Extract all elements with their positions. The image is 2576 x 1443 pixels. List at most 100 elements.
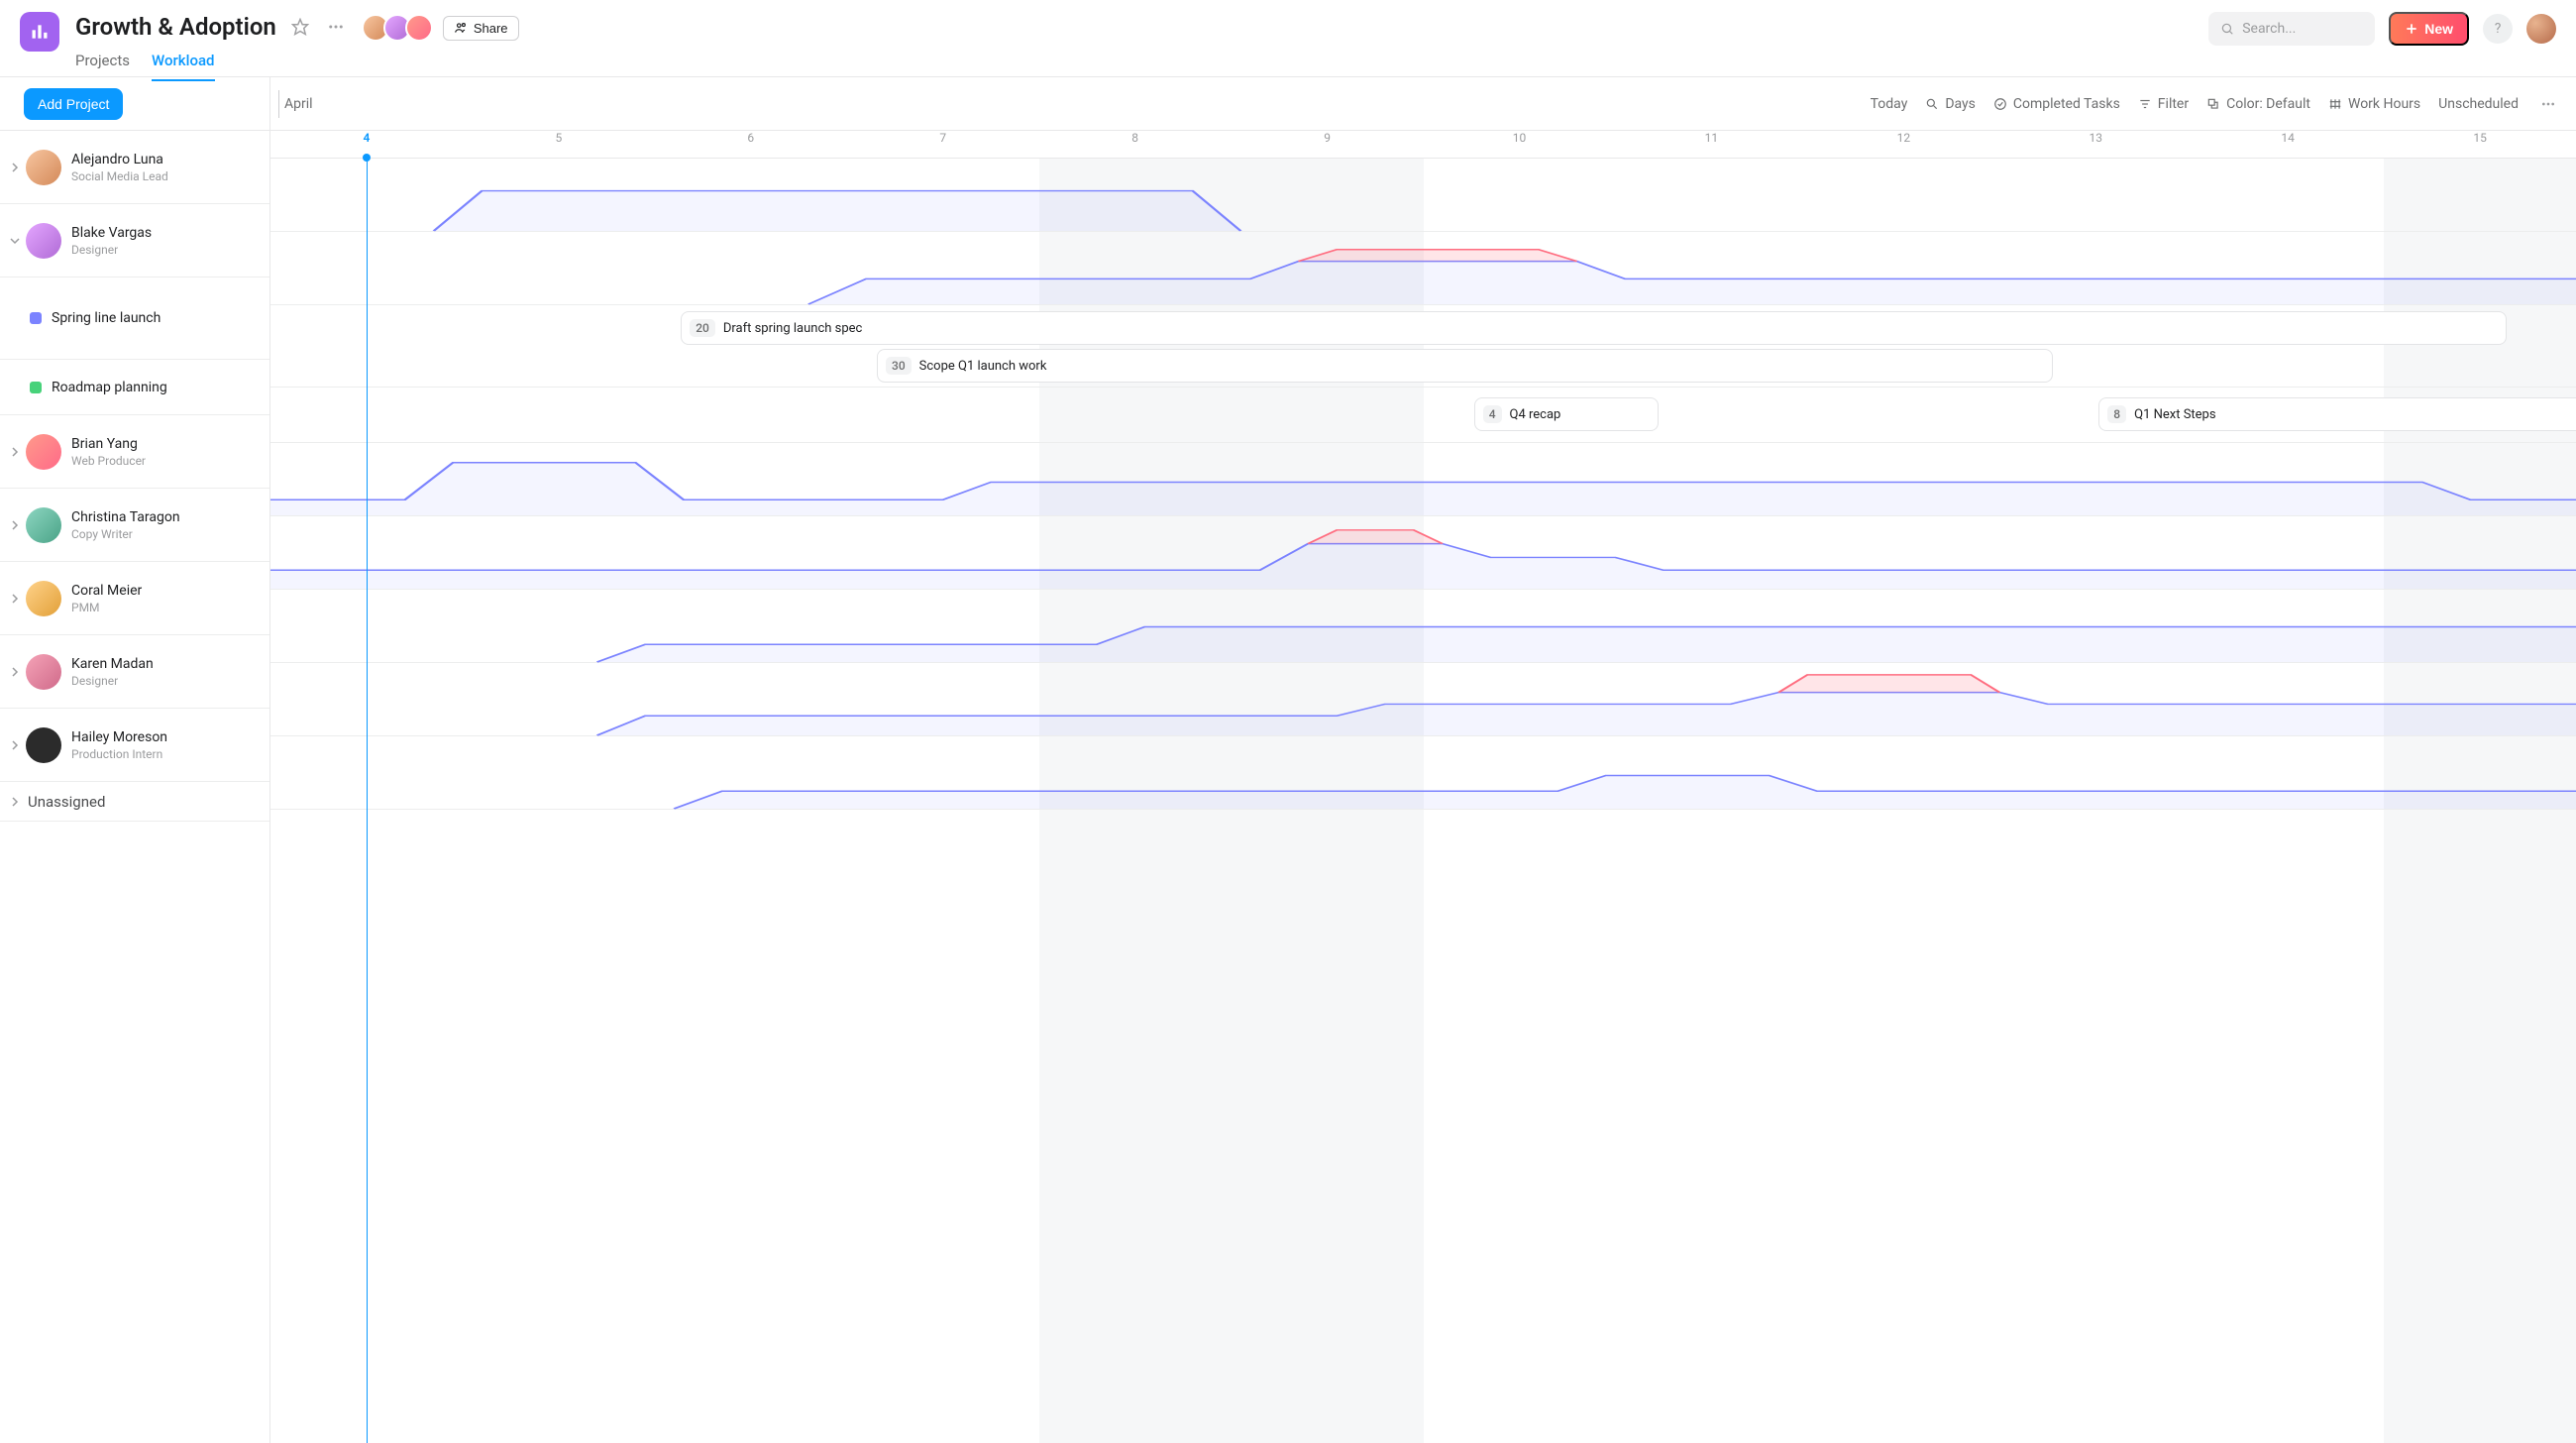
chevron-right-icon[interactable] — [8, 740, 22, 750]
current-user-avatar[interactable] — [2526, 14, 2556, 44]
tabs: Projects Workload — [75, 48, 519, 81]
task-card[interactable]: 30 Scope Q1 launch work — [877, 349, 2053, 383]
app-header: Growth & Adoption Share Projects — [0, 0, 2576, 77]
new-button[interactable]: New — [2389, 12, 2469, 46]
toolbar-more-icon[interactable] — [2536, 96, 2560, 112]
unscheduled-button[interactable]: Unscheduled — [2438, 96, 2519, 112]
person-row[interactable]: Alejandro Luna Social Media Lead — [0, 131, 269, 204]
date-cell[interactable]: 5 — [463, 131, 655, 158]
person-row[interactable]: Christina Taragon Copy Writer — [0, 489, 269, 562]
project-task-row: 4 Q4 recap 8 Q1 Next Steps — [270, 388, 2576, 443]
avatar — [26, 150, 61, 185]
person-name: Blake Vargas — [71, 225, 152, 241]
add-project-button[interactable]: Add Project — [24, 88, 123, 120]
date-cell[interactable]: 8 — [1039, 131, 1232, 158]
date-cell[interactable]: 11 — [1615, 131, 1807, 158]
task-card[interactable]: 8 Q1 Next Steps — [2098, 397, 2576, 431]
task-card[interactable]: 20 Draft spring launch spec — [681, 311, 2507, 345]
date-cell[interactable]: 13 — [1999, 131, 2192, 158]
date-cell[interactable]: 15 — [2384, 131, 2576, 158]
collaborator-avatars[interactable] — [368, 14, 433, 42]
tab-workload[interactable]: Workload — [152, 48, 215, 81]
workload-chart — [270, 516, 2576, 589]
person-row[interactable]: Hailey Moreson Production Intern — [0, 709, 269, 782]
project-name: Roadmap planning — [52, 380, 167, 395]
date-cell[interactable]: 4 — [270, 131, 463, 158]
more-icon[interactable] — [324, 15, 348, 39]
share-button[interactable]: Share — [443, 16, 519, 41]
workload-row — [270, 443, 2576, 516]
workload-row — [270, 663, 2576, 736]
magnify-icon — [1925, 97, 1939, 111]
grid-icon — [2328, 97, 2342, 111]
project-chip — [30, 382, 42, 393]
project-subrow[interactable]: Roadmap planning — [0, 360, 269, 415]
page-title: Growth & Adoption — [75, 13, 276, 41]
project-chip — [30, 312, 42, 324]
person-name: Christina Taragon — [71, 509, 180, 525]
workload-chart — [270, 159, 2576, 231]
avatar — [26, 434, 61, 470]
person-role: Designer — [71, 243, 152, 257]
workload-chart — [270, 232, 2576, 304]
date-cell[interactable]: 14 — [2192, 131, 2384, 158]
filter-button[interactable]: Filter — [2138, 96, 2189, 112]
chevron-right-icon[interactable] — [8, 163, 22, 172]
star-icon[interactable] — [288, 15, 312, 39]
person-name: Hailey Moreson — [71, 729, 167, 745]
person-name: Brian Yang — [71, 436, 146, 452]
project-name: Spring line launch — [52, 310, 161, 326]
chevron-down-icon[interactable] — [8, 236, 22, 246]
person-row[interactable]: Karen Madan Designer — [0, 635, 269, 709]
workload-chart — [270, 663, 2576, 735]
task-badge: 30 — [886, 357, 912, 375]
date-cell[interactable]: 9 — [1232, 131, 1424, 158]
project-task-row: 20 Draft spring launch spec 30 Scope Q1 … — [270, 305, 2576, 388]
task-label: Draft spring launch spec — [723, 321, 863, 336]
completed-tasks-toggle[interactable]: Completed Tasks — [1993, 96, 2120, 112]
search-icon — [2220, 22, 2234, 36]
task-card[interactable]: 4 Q4 recap — [1474, 397, 1659, 431]
chart-icon — [30, 22, 50, 42]
tab-projects[interactable]: Projects — [75, 48, 130, 81]
date-cell[interactable]: 10 — [1424, 131, 1616, 158]
chevron-right-icon[interactable] — [8, 520, 22, 530]
person-row[interactable]: Brian Yang Web Producer — [0, 415, 269, 489]
person-row[interactable]: Coral Meier PMM — [0, 562, 269, 635]
person-row[interactable]: Blake Vargas Designer — [0, 204, 269, 278]
task-badge: 4 — [1483, 405, 1502, 423]
plus-icon — [2405, 22, 2418, 36]
date-header: 456789101112131415 — [270, 131, 2576, 159]
avatar[interactable] — [405, 14, 433, 42]
chevron-right-icon[interactable] — [8, 594, 22, 604]
today-button[interactable]: Today — [1871, 96, 1908, 112]
workload-row — [270, 736, 2576, 810]
check-circle-icon — [1993, 97, 2007, 111]
unassigned-row[interactable]: Unassigned — [0, 782, 269, 822]
project-subrow[interactable]: Spring line launch — [0, 278, 269, 360]
zoom-days-button[interactable]: Days — [1925, 96, 1976, 112]
date-cell[interactable]: 12 — [1807, 131, 1999, 158]
timeline: April Today Days Completed Tasks Filter … — [270, 77, 2576, 1443]
work-hours-button[interactable]: Work Hours — [2328, 96, 2420, 112]
color-button[interactable]: Color: Default — [2206, 96, 2310, 112]
person-role: Designer — [71, 674, 154, 688]
avatar — [26, 223, 61, 259]
person-name: Coral Meier — [71, 583, 142, 599]
workload-row — [270, 516, 2576, 590]
unassigned-label: Unassigned — [28, 793, 105, 811]
workload-chart — [270, 590, 2576, 662]
people-icon — [454, 21, 468, 35]
chevron-right-icon[interactable] — [8, 667, 22, 677]
task-label: Scope Q1 launch work — [919, 359, 1047, 374]
workload-chart — [270, 443, 2576, 515]
chevron-right-icon[interactable] — [8, 797, 22, 807]
help-button[interactable]: ? — [2483, 14, 2513, 44]
date-cell[interactable]: 6 — [655, 131, 847, 158]
chevron-right-icon[interactable] — [8, 447, 22, 457]
share-label: Share — [474, 21, 508, 36]
person-role: Copy Writer — [71, 527, 180, 541]
date-cell[interactable]: 7 — [847, 131, 1039, 158]
search-input[interactable]: Search... — [2208, 12, 2375, 46]
task-label: Q4 recap — [1510, 407, 1561, 422]
